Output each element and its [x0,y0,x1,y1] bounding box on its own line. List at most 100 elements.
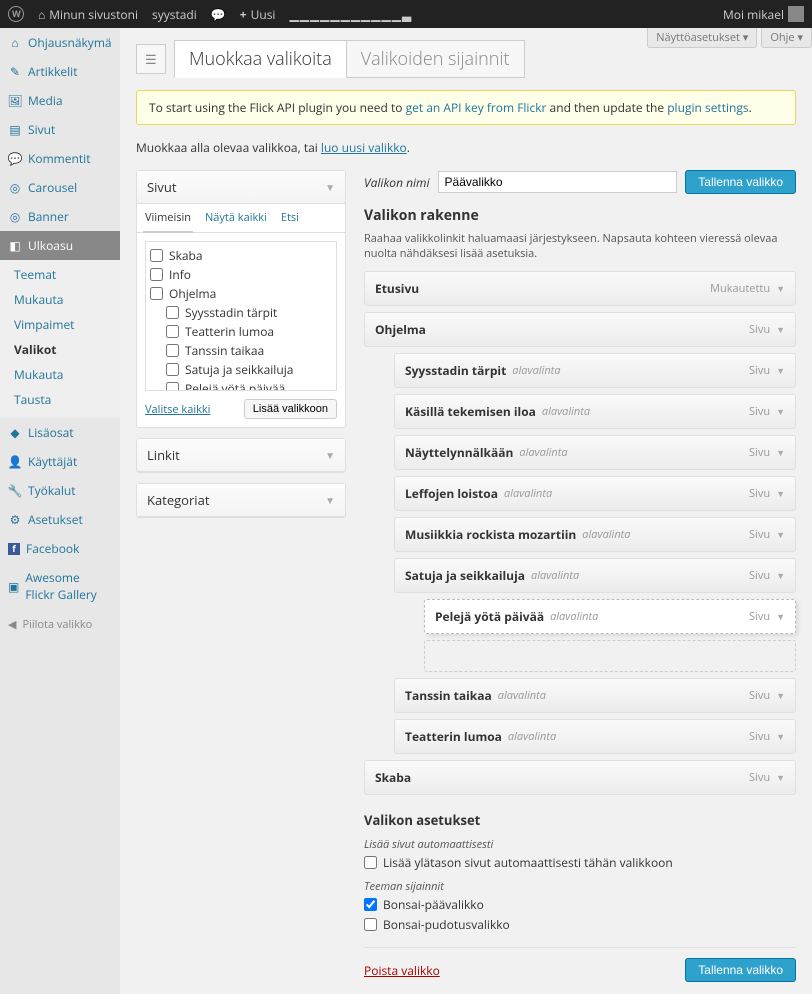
select-all-link[interactable]: Valitse kaikki [145,402,210,417]
menu-facebook[interactable]: fFacebook [0,534,120,563]
screen-options-button[interactable]: Näyttöasetukset ▾ [647,28,757,48]
metabox-categories-toggle[interactable]: Kategoriat▼ [137,484,345,517]
chevron-down-icon[interactable]: ▼ [776,689,785,702]
submenu-customize2[interactable]: Mukauta [0,362,120,387]
menu-plugins[interactable]: ◆Lisäosat [0,418,120,447]
chevron-down-icon[interactable]: ▼ [776,446,785,459]
menu-appearance[interactable]: ◧Ulkoasu [0,231,120,260]
menu-item-type: Mukautettu [710,281,770,296]
page-check-item[interactable]: Info [150,265,332,284]
page-checkbox[interactable] [150,249,163,262]
help-button[interactable]: Ohje ▾ [761,28,812,48]
page-checkbox[interactable] [166,306,179,319]
menu-users[interactable]: 👤Käyttäjät [0,447,120,476]
flickr-api-link[interactable]: get an API key from Flickr [406,99,547,116]
metabox-links: Linkit▼ [136,438,346,473]
page-check-label: Tanssin taikaa [185,342,264,359]
chevron-down-icon[interactable]: ▼ [776,730,785,743]
page-checkbox[interactable] [166,325,179,338]
location-main-checkbox[interactable] [364,898,377,911]
menu-item[interactable]: Tanssin taikaaalavalintaSivu▼ [394,678,796,713]
page-check-item[interactable]: Ohjelma [150,284,332,303]
subtab-search[interactable]: Etsi [279,204,301,232]
submenu-menus[interactable]: Valikot [0,337,120,362]
chevron-down-icon[interactable]: ▼ [776,364,785,377]
collapse-menu[interactable]: ◀Piilota valikko [0,609,120,640]
menu-tools[interactable]: 🔧Työkalut [0,476,120,505]
menu-item-title: Skaba [375,769,411,786]
submenu-widgets[interactable]: Vimpaimet [0,312,120,337]
menu-item[interactable]: Teatterin lumoaalavalintaSivu▼ [394,719,796,754]
chevron-down-icon[interactable]: ▼ [776,282,785,295]
menu-pages[interactable]: ▤Sivut [0,115,120,144]
menu-flickr[interactable]: ▣Awesome Flickr Gallery [0,563,120,609]
page-check-label: Satuja ja seikkailuja [185,361,293,378]
menu-comments[interactable]: 💬Kommentit [0,144,120,173]
menu-item[interactable]: EtusivuMukautettu▼ [364,271,796,306]
page-checkbox[interactable] [166,344,179,357]
page-checkbox[interactable] [150,268,163,281]
delete-menu-link[interactable]: Poista valikko [364,962,440,979]
submenu-themes[interactable]: Teemat [0,262,120,287]
submenu-background[interactable]: Tausta [0,387,120,412]
chevron-down-icon: ▼ [325,493,335,507]
new-menu-link[interactable]: luo uusi valikko [321,139,407,156]
stats-spark[interactable]: ▁▁▁▁▁▁▁▁▁▁▁▃ [289,6,412,23]
tab-menu-locations[interactable]: Valikoiden sijainnit [346,40,525,78]
page-check-item[interactable]: Tanssin taikaa [150,341,332,360]
menu-item[interactable]: NäyttelynnälkäänalavalintaSivu▼ [394,435,796,470]
new-content[interactable]: +Uusi [240,6,276,23]
submenu-customize[interactable]: Mukauta [0,287,120,312]
menu-settings[interactable]: ⚙Asetukset [0,505,120,534]
chevron-down-icon[interactable]: ▼ [776,405,785,418]
menu-name-input[interactable] [438,171,678,193]
menu-item-dragging[interactable]: Pelejä yötä päivääalavalintaSivu▼ [424,599,796,634]
menu-posts[interactable]: ✎Artikkelit [0,57,120,86]
menu-item[interactable]: Syysstadin tärpitalavalintaSivu▼ [394,353,796,388]
page-check-item[interactable]: Syysstadin tärpit [150,303,332,322]
page-check-item[interactable]: Teatterin lumoa [150,322,332,341]
save-menu-button-bottom[interactable]: Tallenna valikko [685,958,796,982]
menu-item[interactable]: Musiikkia rockista mozartiinalavalintaSi… [394,517,796,552]
subtab-viewall[interactable]: Näytä kaikki [203,204,269,232]
chevron-down-icon[interactable]: ▼ [776,528,785,541]
page-check-item[interactable]: Pelejä yötä päivää [150,379,332,391]
page-check-item[interactable]: Satuja ja seikkailuja [150,360,332,379]
menu-item[interactable]: SkabaSivu▼ [364,760,796,795]
auto-add-checkbox[interactable] [364,856,377,869]
chevron-down-icon[interactable]: ▼ [776,323,785,336]
menu-item[interactable]: Leffojen loistoaalavalintaSivu▼ [394,476,796,511]
wp-logo[interactable] [8,6,24,22]
comments-link[interactable]: 💬 [211,6,226,23]
tab-edit-menus[interactable]: Muokkaa valikoita [174,40,347,78]
subtab-recent[interactable]: Viimeisin [143,204,193,233]
add-to-menu-button[interactable]: Lisää valikkoon [244,399,337,419]
page-check-label: Info [169,266,191,283]
appearance-icon: ◧ [8,239,22,253]
chevron-down-icon[interactable]: ▼ [776,569,785,582]
metabox-links-toggle[interactable]: Linkit▼ [137,439,345,472]
chevron-down-icon[interactable]: ▼ [776,487,785,500]
menu-item[interactable]: Satuja ja seikkailujaalavalintaSivu▼ [394,558,796,593]
menu-item[interactable]: Käsillä tekemisen iloaalavalintaSivu▼ [394,394,796,429]
plugin-settings-link[interactable]: plugin settings [667,99,748,116]
menu-banner[interactable]: ◎Banner [0,202,120,231]
menu-carousel[interactable]: ◎Carousel [0,173,120,202]
page-check-item[interactable]: Skaba [150,246,332,265]
page-checkbox[interactable] [166,382,179,391]
my-account[interactable]: Moi mikael [723,6,804,23]
save-menu-button-top[interactable]: Tallenna valikko [685,170,796,194]
menu-media[interactable]: 🖼Media [0,86,120,115]
menu-dashboard[interactable]: ⌂Ohjausnäkymä [0,28,120,57]
location-drop-checkbox[interactable] [364,918,377,931]
page-checkbox[interactable] [150,287,163,300]
site-name[interactable]: ⌂Minun sivustoni [38,6,138,23]
metabox-categories: Kategoriat▼ [136,483,346,518]
metabox-pages-toggle[interactable]: Sivut▼ [137,171,345,204]
admin-sidebar: ⌂Ohjausnäkymä ✎Artikkelit 🖼Media ▤Sivut … [0,28,120,994]
page-checkbox[interactable] [166,363,179,376]
chevron-down-icon[interactable]: ▼ [776,771,785,784]
page-checklist[interactable]: SkabaInfoOhjelmaSyysstadin tärpitTeatter… [145,241,337,391]
menu-item[interactable]: OhjelmaSivu▼ [364,312,796,347]
theme-name[interactable]: syystadi [152,6,197,23]
